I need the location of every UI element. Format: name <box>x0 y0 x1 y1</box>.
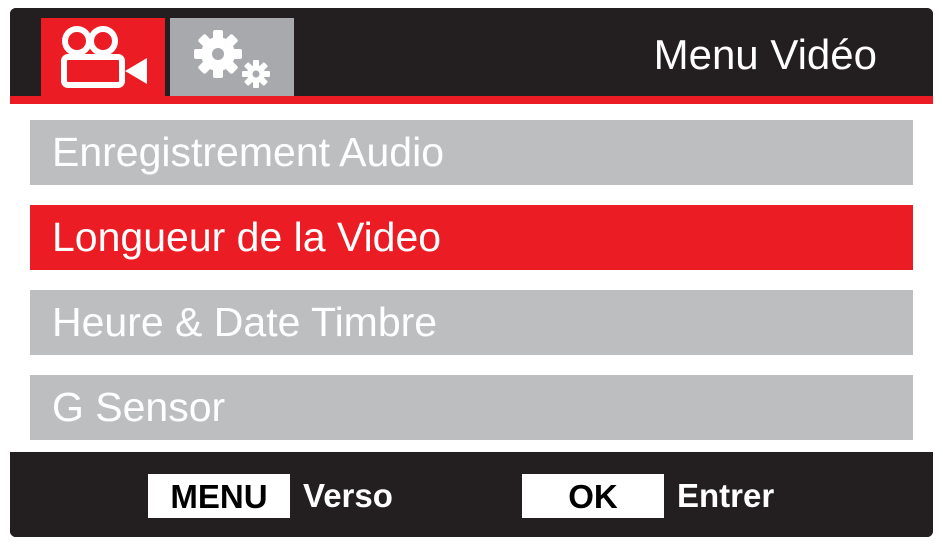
tab-video[interactable] <box>41 18 165 96</box>
tab-settings[interactable] <box>170 18 294 96</box>
dashcam-screen: Menu Vidéo Enregistrement Audio Longueur… <box>10 8 933 537</box>
footer-bar: MENU Verso OK Entrer <box>10 452 933 537</box>
menu-key-action: Verso <box>303 477 393 514</box>
menu-list: Enregistrement Audio Longueur de la Vide… <box>10 104 933 452</box>
menu-item-heure-date-timbre[interactable]: Heure & Date Timbre <box>30 290 913 355</box>
menu-item-enregistrement-audio[interactable]: Enregistrement Audio <box>30 120 913 185</box>
page-title: Menu Vidéo <box>653 31 877 78</box>
menu-item-g-sensor[interactable]: G Sensor <box>30 375 913 440</box>
menu-key[interactable]: MENU <box>148 474 290 518</box>
header-divider <box>10 96 933 104</box>
header-bar: Menu Vidéo <box>10 8 933 96</box>
ok-key[interactable]: OK <box>522 474 664 518</box>
gears-icon <box>184 24 280 90</box>
ok-key-action: Entrer <box>677 477 775 514</box>
video-camera-icon <box>55 25 151 89</box>
menu-item-longueur-video[interactable]: Longueur de la Video <box>30 205 913 270</box>
